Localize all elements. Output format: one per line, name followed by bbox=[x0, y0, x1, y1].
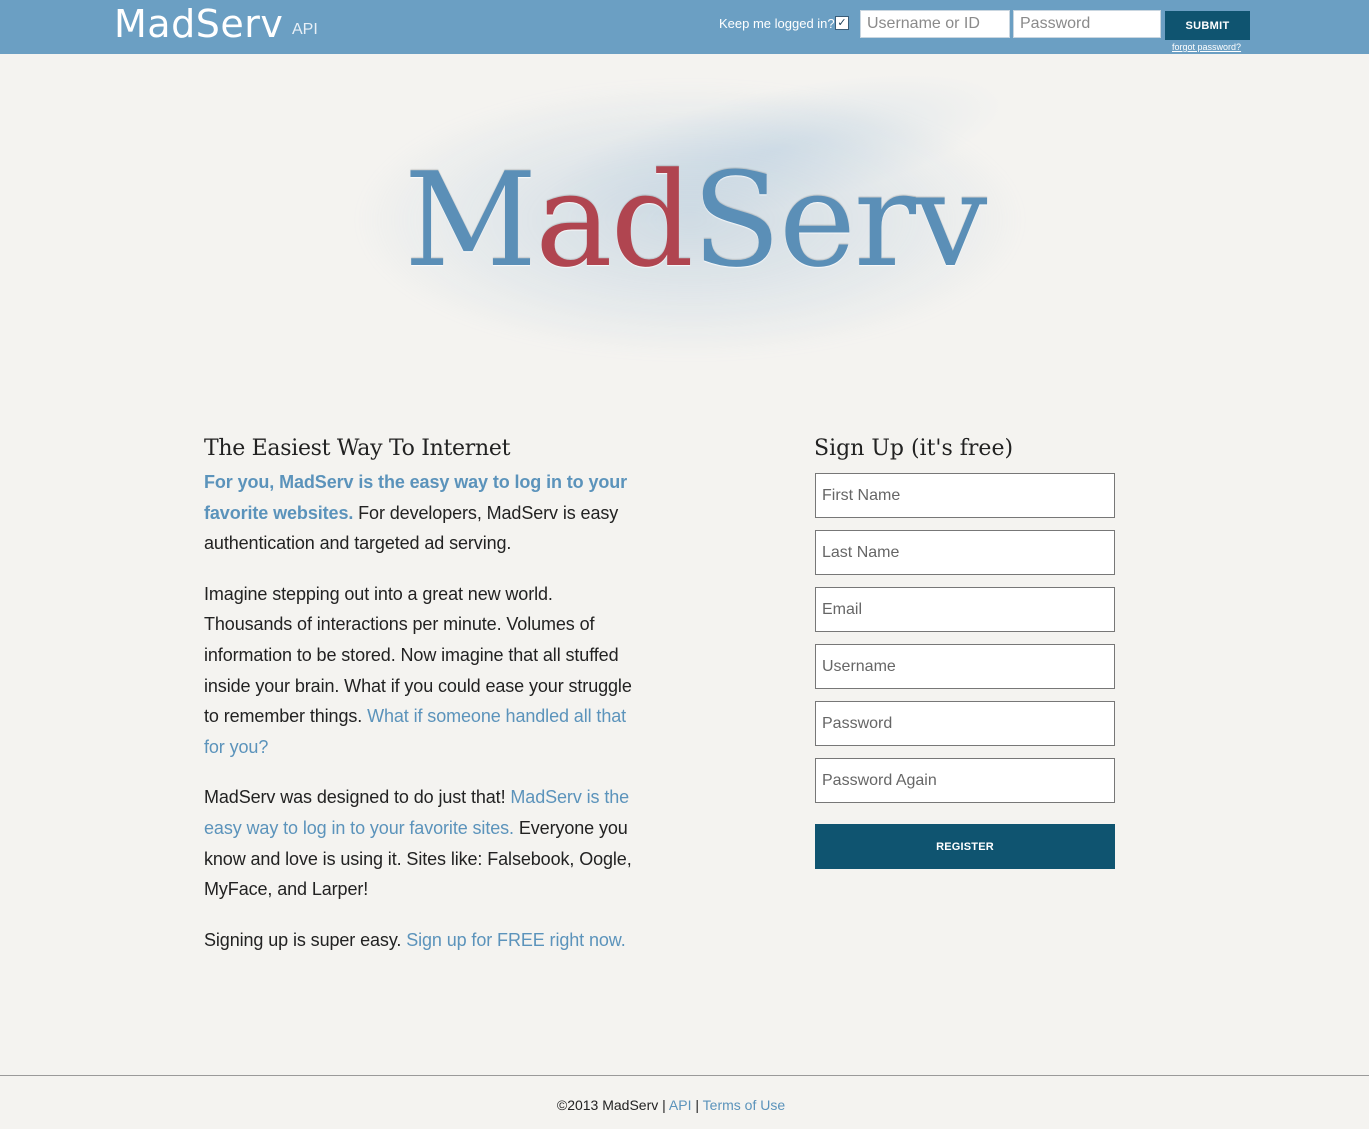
hero-logo-part-m: M bbox=[404, 144, 537, 296]
footer-api-link[interactable]: API bbox=[669, 1097, 692, 1113]
footer-copyright: ©2013 MadServ bbox=[556, 1097, 659, 1113]
intro-paragraph-4: Signing up is super easy. Sign up for FR… bbox=[204, 925, 644, 956]
brand-logo[interactable]: MadServ bbox=[114, 2, 283, 46]
username-field[interactable] bbox=[815, 644, 1115, 689]
intro-p3-text-1: MadServ was designed to do just that! bbox=[204, 787, 511, 808]
hero-logo-part-ad: ad bbox=[535, 144, 694, 296]
keep-logged-in-label: Keep me logged in? bbox=[719, 16, 835, 31]
login-submit-button[interactable]: SUBMIT bbox=[1165, 11, 1250, 40]
footer-divider bbox=[0, 1075, 1369, 1076]
intro-column: The Easiest Way To Internet For you, Mad… bbox=[204, 436, 644, 975]
login-password-input[interactable] bbox=[1013, 10, 1161, 38]
intro-paragraph-2: Imagine stepping out into a great new wo… bbox=[204, 579, 644, 763]
signup-title: Sign Up (it's free) bbox=[814, 436, 1014, 461]
footer: ©2013 MadServ | API | Terms of Use bbox=[0, 1097, 1342, 1113]
password-again-field[interactable] bbox=[815, 758, 1115, 803]
footer-separator: | bbox=[691, 1097, 703, 1113]
footer-terms-link[interactable]: Terms of Use bbox=[703, 1097, 785, 1113]
api-nav-link[interactable]: API bbox=[292, 21, 318, 39]
keep-logged-in-checkbox[interactable]: ✓ bbox=[835, 16, 849, 30]
intro-paragraph-3: MadServ was designed to do just that! Ma… bbox=[204, 782, 644, 904]
footer-separator: | bbox=[658, 1097, 669, 1113]
email-field[interactable] bbox=[815, 587, 1115, 632]
password-field[interactable] bbox=[815, 701, 1115, 746]
hero-logo: MadServ bbox=[404, 140, 1004, 300]
intro-p2-text: Imagine stepping out into a great new wo… bbox=[204, 583, 632, 727]
first-name-field[interactable] bbox=[815, 473, 1115, 518]
signup-free-link[interactable]: Sign up for FREE right now. bbox=[406, 930, 626, 950]
last-name-field[interactable] bbox=[815, 530, 1115, 575]
intro-title: The Easiest Way To Internet bbox=[204, 436, 511, 461]
forgot-password-link[interactable]: forgot password? bbox=[1172, 42, 1241, 52]
intro-paragraph-1: For you, MadServ is the easy way to log … bbox=[204, 467, 644, 559]
top-nav-bar: MadServ API Keep me logged in? ✓ SUBMIT … bbox=[0, 0, 1369, 54]
login-username-input[interactable] bbox=[860, 10, 1010, 38]
hero-logo-part-serv: Serv bbox=[691, 144, 988, 296]
register-button[interactable]: REGISTER bbox=[815, 824, 1115, 869]
intro-p4-text: Signing up is super easy. bbox=[204, 929, 407, 950]
